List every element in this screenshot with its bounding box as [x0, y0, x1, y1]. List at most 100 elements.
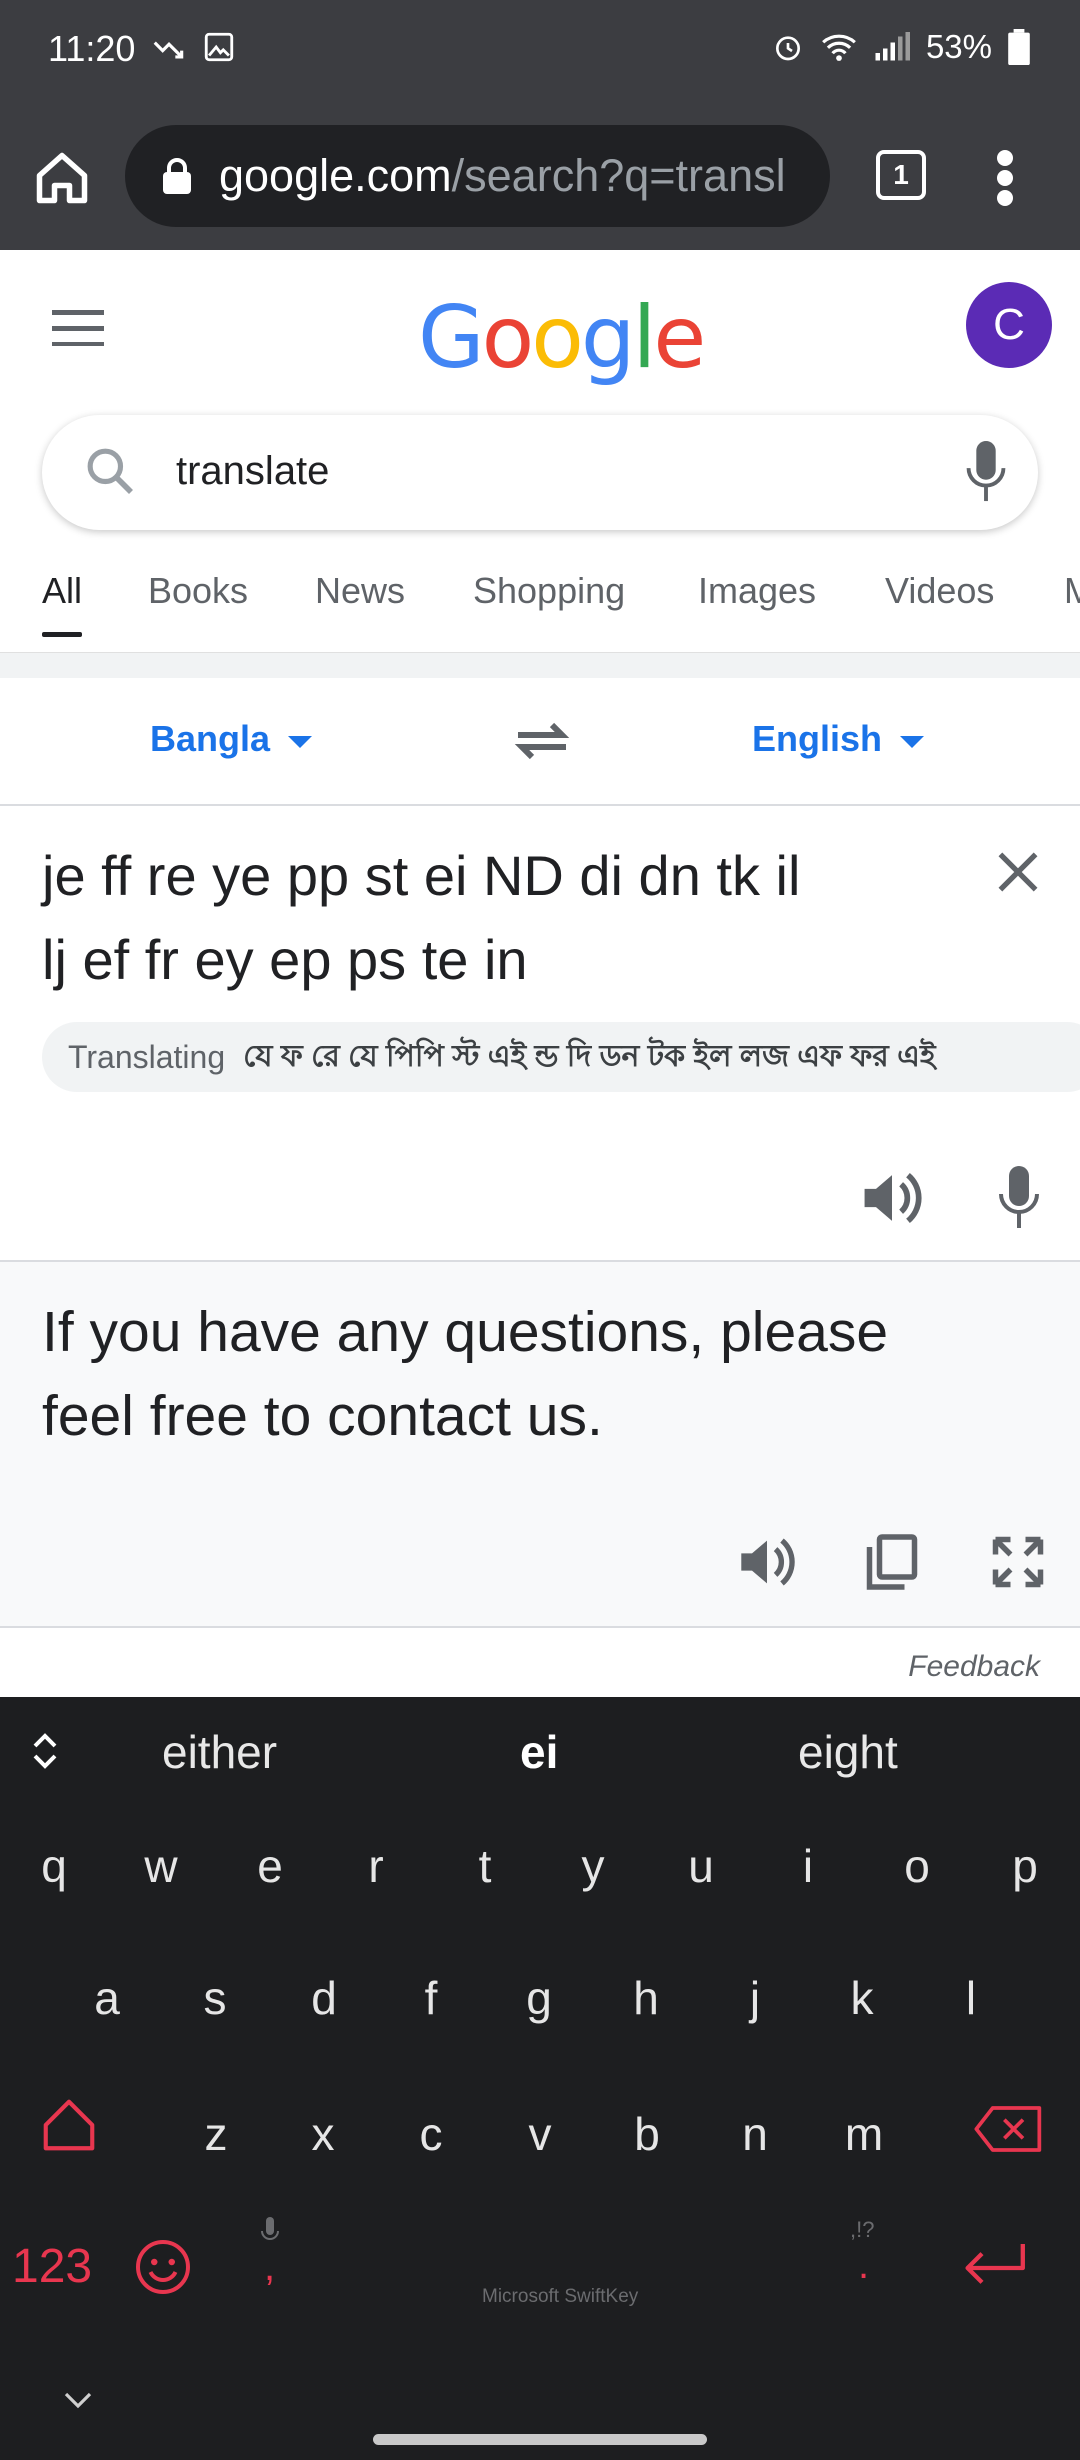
- source-language-label: Bangla: [150, 718, 271, 759]
- backspace-icon[interactable]: [974, 2105, 1044, 2153]
- active-tab-indicator: [42, 632, 83, 637]
- battery-icon: [1008, 29, 1030, 65]
- fullscreen-icon[interactable]: [988, 1532, 1048, 1592]
- language-selector-bar: Bangla English: [0, 678, 1080, 806]
- transliteration-chip[interactable]: Translating যে ফ রে যে পিপি স্ট এই ন্ড দ…: [42, 1022, 1080, 1092]
- target-language-select[interactable]: English: [752, 718, 925, 760]
- suggestion-left[interactable]: either: [162, 1725, 277, 1779]
- key-o[interactable]: o: [887, 1839, 947, 1893]
- spacebar[interactable]: Microsoft SwiftKey: [482, 2286, 638, 2308]
- comma-key[interactable]: ,: [264, 2245, 275, 2290]
- tab-label: Videos: [885, 570, 995, 611]
- source-text-input[interactable]: je ff re ye pp st ei ND di dn tk il lj e…: [42, 834, 942, 1002]
- hamburger-menu-icon[interactable]: [52, 310, 104, 346]
- key-u[interactable]: u: [671, 1839, 731, 1893]
- key-q[interactable]: q: [24, 1839, 84, 1893]
- lock-icon: [163, 158, 191, 194]
- tab-videos[interactable]: Videos: [885, 570, 994, 612]
- tab-all[interactable]: All: [42, 570, 83, 637]
- translated-text: If you have any questions, please feel f…: [42, 1290, 1042, 1458]
- source-text-line: je ff re ye pp st ei ND di dn tk il: [42, 844, 801, 907]
- tab-label: News: [315, 570, 406, 611]
- speaker-icon[interactable]: [737, 1532, 797, 1592]
- key-b[interactable]: b: [617, 2107, 677, 2161]
- google-logo-letter: e: [653, 288, 706, 388]
- google-logo-letter: g: [580, 288, 636, 388]
- key-a[interactable]: a: [77, 1971, 137, 2025]
- more-menu-icon[interactable]: [990, 148, 1020, 208]
- feedback-link[interactable]: Feedback: [908, 1650, 1040, 1684]
- search-box[interactable]: translate: [42, 415, 1038, 530]
- key-e[interactable]: e: [240, 1839, 300, 1893]
- key-h[interactable]: h: [616, 1971, 676, 2025]
- swap-languages-icon[interactable]: [510, 716, 574, 766]
- microphone-icon[interactable]: [998, 1166, 1040, 1230]
- hide-keyboard-icon[interactable]: [62, 2389, 94, 2411]
- emoji-icon[interactable]: [133, 2237, 193, 2297]
- close-icon[interactable]: [996, 850, 1040, 894]
- missed-call-icon: [153, 41, 184, 59]
- key-y[interactable]: y: [563, 1839, 623, 1893]
- expand-toolbar-icon[interactable]: [30, 1731, 60, 1771]
- alarm-icon: [775, 36, 800, 61]
- url-host: google.com: [219, 150, 452, 201]
- search-input[interactable]: translate: [176, 449, 329, 494]
- key-d[interactable]: d: [294, 1971, 354, 2025]
- source-text-panel: je ff re ye pp st ei ND di dn tk il lj e…: [0, 808, 1080, 1260]
- key-w[interactable]: w: [131, 1839, 191, 1893]
- divider: [0, 652, 1080, 678]
- google-logo-letter: l: [632, 288, 657, 388]
- key-k[interactable]: k: [832, 1971, 892, 2025]
- translation-output-panel: If you have any questions, please feel f…: [0, 1260, 1080, 1628]
- tab-books[interactable]: Books: [148, 570, 248, 612]
- copy-icon[interactable]: [862, 1532, 922, 1592]
- shift-icon[interactable]: [38, 2094, 100, 2156]
- key-x[interactable]: x: [293, 2107, 353, 2161]
- url-path: /search?q=transl: [451, 150, 786, 201]
- status-bar: 11:20 53%: [0, 0, 1080, 100]
- key-i[interactable]: i: [778, 1839, 838, 1893]
- google-logo[interactable]: Google: [418, 288, 706, 388]
- period-key[interactable]: .: [858, 2243, 869, 2288]
- google-logo-letter: o: [531, 288, 584, 388]
- key-n[interactable]: n: [725, 2107, 785, 2161]
- suggestion-center[interactable]: ei: [520, 1725, 558, 1779]
- tab-label: Books: [148, 570, 249, 611]
- speaker-icon[interactable]: [860, 1168, 924, 1228]
- numbers-key[interactable]: 123: [12, 2239, 92, 2294]
- key-g[interactable]: g: [509, 1971, 569, 2025]
- key-m[interactable]: m: [834, 2107, 894, 2161]
- key-c[interactable]: c: [401, 2107, 461, 2161]
- key-l[interactable]: l: [941, 1971, 1001, 2025]
- home-icon[interactable]: [32, 148, 92, 208]
- gesture-bar[interactable]: [373, 2434, 707, 2445]
- key-z[interactable]: z: [186, 2107, 246, 2161]
- enter-icon[interactable]: [958, 2239, 1030, 2297]
- tab-news[interactable]: News: [315, 570, 405, 612]
- source-language-select[interactable]: Bangla: [150, 718, 313, 760]
- key-s[interactable]: s: [185, 1971, 245, 2025]
- tab-m[interactable]: M: [1064, 570, 1080, 612]
- key-v[interactable]: v: [510, 2107, 570, 2161]
- browser-toolbar: google.com/search?q=transl 1: [0, 100, 1080, 250]
- key-j[interactable]: j: [725, 1971, 785, 2025]
- tab-label: All: [42, 570, 83, 611]
- translated-text-line: feel free to contact us.: [42, 1384, 603, 1448]
- voice-search-icon[interactable]: [966, 441, 1006, 503]
- key-p[interactable]: p: [995, 1839, 1055, 1893]
- avatar[interactable]: C: [966, 282, 1052, 368]
- key-t[interactable]: t: [455, 1839, 515, 1893]
- avatar-initial: C: [993, 300, 1025, 349]
- suggestion-right[interactable]: eight: [798, 1725, 898, 1779]
- url-bar[interactable]: google.com/search?q=transl: [125, 125, 830, 227]
- tab-label: Shopping: [473, 570, 626, 611]
- wifi-icon: [822, 34, 856, 61]
- key-r[interactable]: r: [346, 1839, 406, 1893]
- tab-shopping[interactable]: Shopping: [473, 570, 625, 612]
- tab-images[interactable]: Images: [698, 570, 816, 612]
- translated-text-line: If you have any questions, please: [42, 1300, 889, 1364]
- tab-switcher-button[interactable]: 1: [876, 150, 926, 200]
- key-f[interactable]: f: [401, 1971, 461, 2025]
- chevron-down-icon: [288, 736, 313, 748]
- chevron-down-icon: [900, 736, 925, 748]
